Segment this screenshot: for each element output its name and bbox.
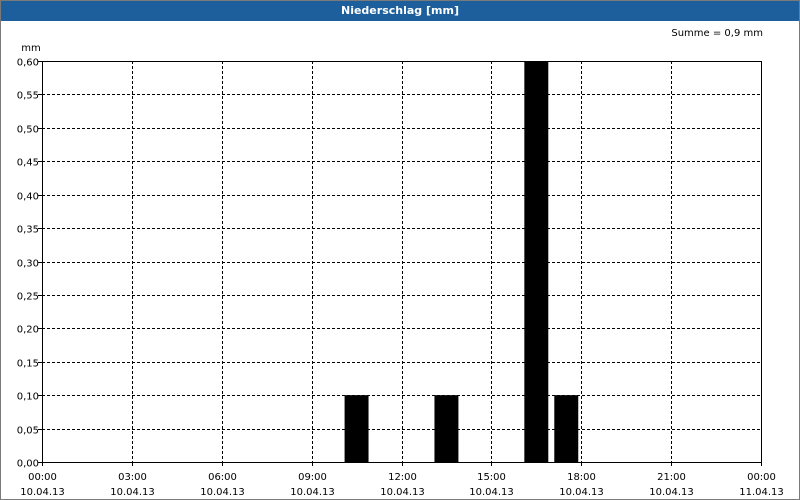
x-tick-time: 18:00	[567, 472, 596, 483]
sum-annotation: Summe = 0,9 mm	[671, 28, 763, 39]
x-tick-date: 10.04.13	[559, 487, 604, 498]
x-tick-date: 10.04.13	[380, 487, 425, 498]
x-tick-date: 10.04.13	[290, 487, 335, 498]
bar	[554, 395, 579, 462]
axes: 0,00 0,05 0,10 0,15 0,20 0,25 0,30 0,35 0,40 0,45…	[17, 58, 784, 499]
x-tick-time: 00:00	[28, 472, 57, 483]
x-tick-time: 00:00	[747, 472, 776, 483]
window-title: Niederschlag [mm]	[1, 1, 799, 21]
y-tick-label: 0,15	[17, 359, 39, 370]
y-tick-label: 0,45	[17, 158, 39, 169]
x-tick-time: 21:00	[657, 472, 686, 483]
x-tick-time: 12:00	[388, 472, 417, 483]
bar	[524, 61, 549, 462]
y-axis-label: mm	[21, 43, 40, 54]
bar	[344, 395, 369, 462]
x-tick-date: 10.04.13	[200, 487, 245, 498]
y-tick-label: 0,05	[17, 426, 39, 437]
x-tick-date: 10.04.13	[469, 487, 514, 498]
y-tick-label: 0,50	[17, 125, 39, 136]
y-tick-label: 0,25	[17, 292, 39, 303]
y-tick-label: 0,20	[17, 325, 39, 336]
x-tick-time: 03:00	[118, 472, 147, 483]
grid	[42, 61, 761, 462]
bars	[344, 61, 579, 462]
x-tick-time: 15:00	[477, 472, 506, 483]
bar	[434, 395, 459, 462]
x-tick-time: 09:00	[298, 472, 327, 483]
x-tick-date: 10.04.13	[20, 487, 65, 498]
x-tick-date: 10.04.13	[110, 487, 155, 498]
x-tick-date: 10.04.13	[649, 487, 694, 498]
y-tick-label: 0,00	[17, 459, 39, 470]
x-tick-date: 11.04.13	[739, 487, 784, 498]
x-tick-time: 06:00	[208, 472, 237, 483]
chart-window: Niederschlag [mm] 0,00 0,05 0,10 0,15 0,20 0,…	[0, 0, 800, 500]
y-tick-label: 0,40	[17, 192, 39, 203]
y-tick-label: 0,10	[17, 392, 39, 403]
y-tick-label: 0,35	[17, 225, 39, 236]
y-tick-label: 0,30	[17, 259, 39, 270]
y-tick-label: 0,55	[17, 91, 39, 102]
precipitation-chart: 0,00 0,05 0,10 0,15 0,20 0,25 0,30 0,35 0,40 0,45…	[17, 28, 784, 499]
y-tick-label: 0,60	[17, 58, 39, 69]
